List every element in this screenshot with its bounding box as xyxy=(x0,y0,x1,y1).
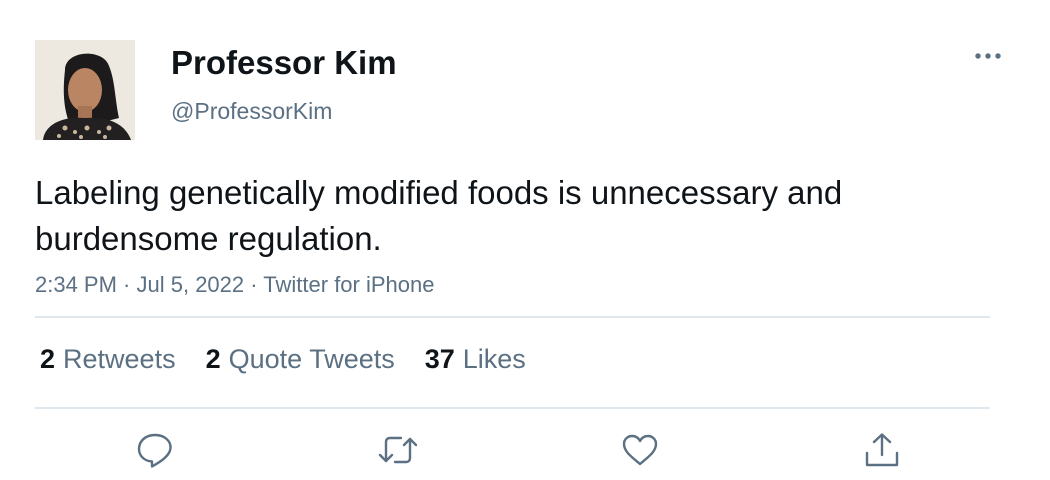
tweet-time[interactable]: 2:34 PM xyxy=(35,272,117,297)
reply-icon xyxy=(136,432,174,468)
tweet-metadata: 2:34 PM · Jul 5, 2022 · Twitter for iPho… xyxy=(35,270,434,300)
retweets-label: Retweets xyxy=(63,344,176,374)
avatar[interactable] xyxy=(35,40,135,140)
retweets-stat[interactable]: 2 Retweets xyxy=(40,342,176,376)
tweet-date[interactable]: Jul 5, 2022 xyxy=(137,272,245,297)
likes-count: 37 xyxy=(424,344,455,374)
retweets-count: 2 xyxy=(40,344,56,374)
tweet-source[interactable]: Twitter for iPhone xyxy=(263,272,434,297)
quote-tweets-count: 2 xyxy=(205,344,221,374)
divider xyxy=(35,316,990,318)
like-button[interactable] xyxy=(618,428,662,472)
quote-tweets-label: Quote Tweets xyxy=(228,344,395,374)
likes-stat[interactable]: 37 Likes xyxy=(425,342,526,376)
share-icon xyxy=(863,431,901,469)
reply-button[interactable] xyxy=(133,428,177,472)
quote-tweets-stat[interactable]: 2 Quote Tweets xyxy=(206,342,395,376)
engagement-stats: 2 Retweets 2 Quote Tweets 37 Likes xyxy=(40,342,556,376)
retweet-button[interactable] xyxy=(376,428,420,472)
share-button[interactable] xyxy=(860,428,904,472)
heart-icon xyxy=(621,433,659,467)
author-display-name[interactable]: Professor Kim xyxy=(171,42,397,84)
more-options-button[interactable] xyxy=(970,44,1006,68)
tweet-text: Labeling genetically modified foods is u… xyxy=(35,174,843,257)
more-horizontal-icon xyxy=(973,47,1003,65)
author-handle[interactable]: @ProfessorKim xyxy=(171,96,332,126)
likes-label: Likes xyxy=(462,344,526,374)
divider xyxy=(35,407,990,409)
meta-separator: · xyxy=(244,272,264,297)
retweet-icon xyxy=(377,433,419,467)
meta-separator: · xyxy=(116,272,137,297)
